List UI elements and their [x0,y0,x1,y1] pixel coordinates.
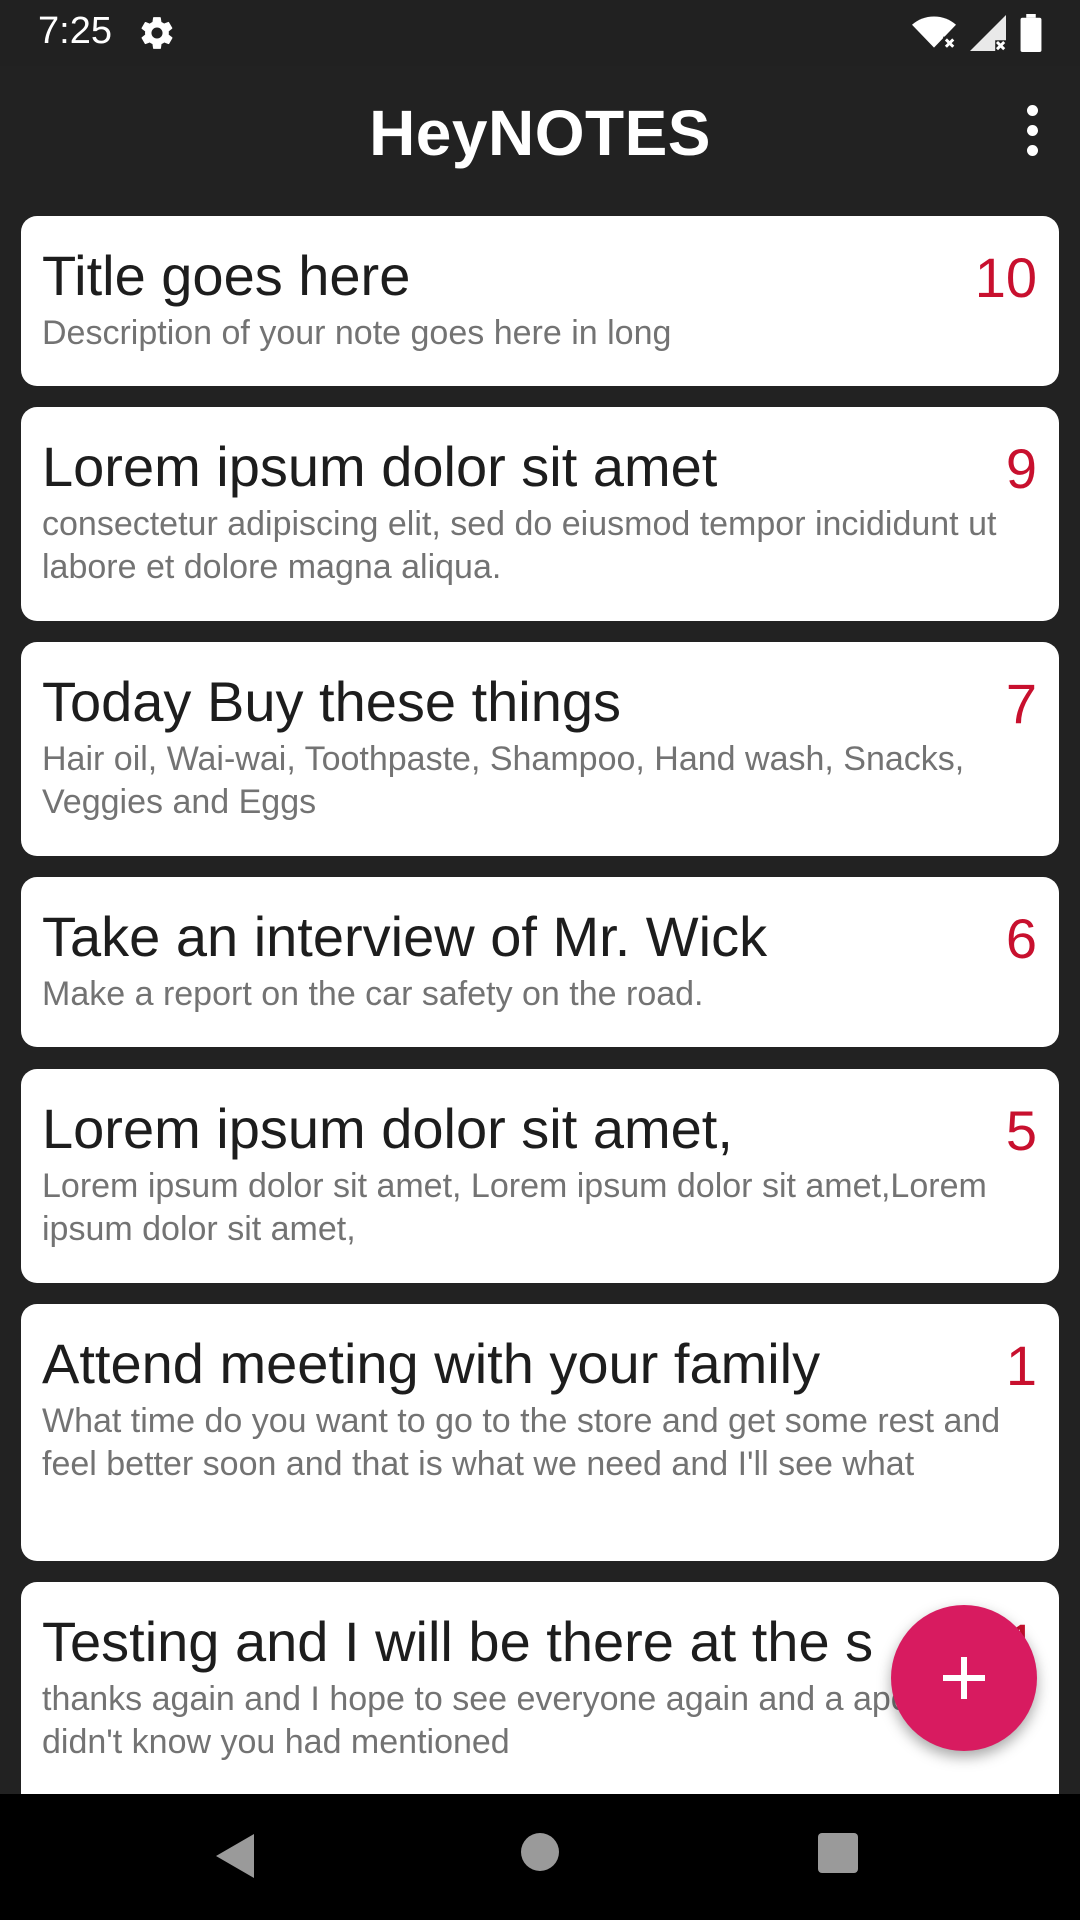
status-icons [912,12,1042,54]
note-description: thanks again and I hope to see everyone … [42,1680,1018,1761]
note-description: What time do you want to go to the store… [42,1402,1001,1483]
note-title: Attend meeting with your family [42,1332,821,1395]
note-description: consectetur adipiscing elit, sed do eius… [42,505,997,586]
note-description: Lorem ipsum dolor sit amet, Lorem ipsum … [42,1167,987,1248]
navigation-bar [0,1794,1080,1920]
note-description: Description of your note goes here in lo… [42,314,672,352]
app-bar: HeyNOTES [0,66,1080,196]
note-title: Lorem ipsum dolor sit amet, [42,1097,733,1160]
note-title: Lorem ipsum dolor sit amet [42,435,718,498]
note-card[interactable]: Attend meeting with your family What tim… [21,1304,1059,1561]
note-card[interactable]: Title goes here Description of your note… [21,216,1059,386]
note-number: 5 [1005,1099,1037,1162]
status-bar: 7:25 [0,0,1080,66]
note-card[interactable]: Today Buy these things Hair oil, Wai-wai… [21,642,1059,856]
more-options-button[interactable] [1002,94,1062,166]
note-number: 9 [1005,437,1037,500]
note-number: 6 [1005,907,1037,970]
note-title: Today Buy these things [42,670,622,733]
gear-icon [141,17,173,49]
battery-icon [1020,14,1042,52]
back-icon[interactable] [214,1832,258,1880]
note-title: Testing and I will be there at the s [42,1610,874,1673]
note-description: Make a report on the car safety on the r… [42,975,704,1013]
more-vert-icon [1026,104,1038,116]
note-card[interactable]: Take an interview of Mr. Wick Make a rep… [21,877,1059,1047]
note-card[interactable]: Lorem ipsum dolor sit amet consectetur a… [21,407,1059,621]
recents-icon[interactable] [818,1833,858,1873]
note-description: Hair oil, Wai-wai, Toothpaste, Shampoo, … [42,740,965,821]
status-time: 7:25 [38,10,112,52]
home-icon[interactable] [521,1833,559,1871]
add-note-button[interactable] [891,1605,1037,1751]
plus-icon [943,1657,985,1699]
note-card[interactable]: Lorem ipsum dolor sit amet, Lorem ipsum … [21,1069,1059,1283]
wifi-icon [912,16,956,50]
note-number: 7 [1005,672,1037,735]
signal-icon [970,15,1006,51]
notes-list[interactable]: Title goes here Description of your note… [0,196,1080,1794]
note-number: 1 [1005,1334,1037,1397]
note-title: Take an interview of Mr. Wick [42,905,768,968]
note-number: 10 [974,246,1037,309]
app-title: HeyNOTES [369,97,711,169]
note-title: Title goes here [42,244,411,307]
